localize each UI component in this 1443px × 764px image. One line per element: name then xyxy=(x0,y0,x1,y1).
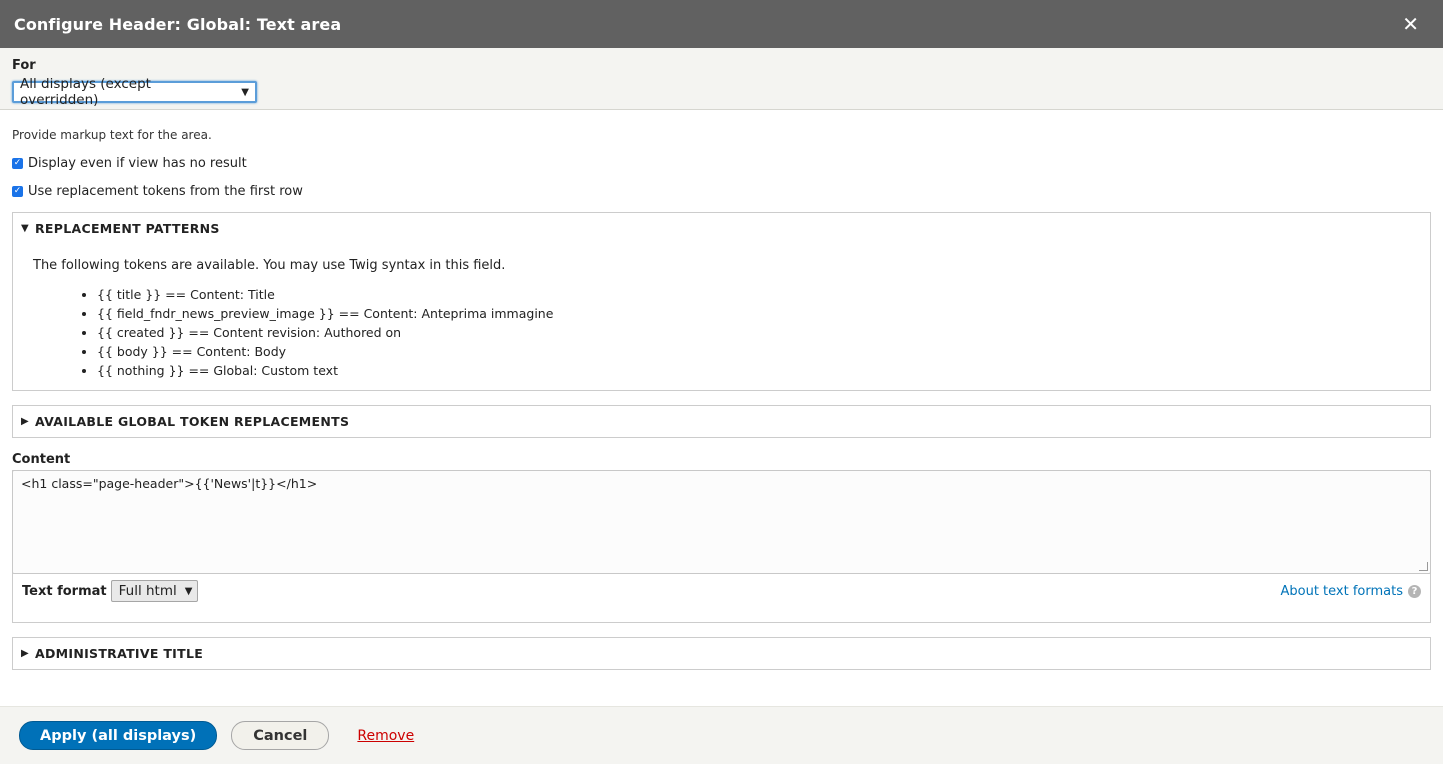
close-icon[interactable]: ✕ xyxy=(1402,14,1419,34)
area-description: Provide markup text for the area. xyxy=(12,128,212,142)
chevron-down-icon: ▼ xyxy=(184,585,193,597)
text-format-row: Text format Full html ▼ About text forma… xyxy=(13,574,1430,622)
replacement-patterns-title: REPLACEMENT PATTERNS xyxy=(35,221,220,236)
triangle-right-icon: ▶ xyxy=(21,416,29,427)
global-tokens-toggle[interactable]: ▶ AVAILABLE GLOBAL TOKEN REPLACEMENTS xyxy=(13,406,1430,437)
content-textarea-value: <h1 class="page-header">{{'News'|t}}</h1… xyxy=(21,476,318,491)
token-item: {{ body }} == Content: Body xyxy=(97,342,1410,361)
dialog-titlebar: Configure Header: Global: Text area ✕ xyxy=(0,0,1443,48)
about-text-formats-link[interactable]: About text formats ? xyxy=(1280,584,1421,599)
text-format-group: Text format Full html ▼ xyxy=(22,580,199,602)
triangle-down-icon: ▼ xyxy=(21,223,29,234)
triangle-right-icon: ▶ xyxy=(21,648,29,659)
for-select-value: All displays (except overridden) xyxy=(20,76,151,108)
dialog-title: Configure Header: Global: Text area xyxy=(14,14,342,34)
content-editor: <h1 class="page-header">{{'News'|t}}</h1… xyxy=(12,470,1431,623)
checkbox-replacement-tokens[interactable]: ✓ xyxy=(12,186,23,197)
content-textarea[interactable]: <h1 class="page-header">{{'News'|t}}</h1… xyxy=(12,470,1431,574)
replacement-patterns-fieldset: ▼ REPLACEMENT PATTERNS The following tok… xyxy=(12,212,1431,391)
chevron-down-icon: ▼ xyxy=(241,86,249,98)
replacement-patterns-body: The following tokens are available. You … xyxy=(13,244,1430,390)
token-item: {{ title }} == Content: Title xyxy=(97,285,1410,304)
token-list: {{ title }} == Content: Title {{ field_f… xyxy=(33,285,1410,380)
remove-link[interactable]: Remove xyxy=(357,728,414,744)
admin-title-toggle[interactable]: ▶ ADMINISTRATIVE TITLE xyxy=(13,638,1430,669)
replacement-patterns-intro: The following tokens are available. You … xyxy=(33,258,506,273)
admin-title-title: ADMINISTRATIVE TITLE xyxy=(35,646,204,661)
resize-handle-icon[interactable] xyxy=(1419,562,1428,571)
checkbox-display-no-result-label: Display even if view has no result xyxy=(28,156,247,171)
dialog-footer: Apply (all displays) Cancel Remove xyxy=(0,706,1443,764)
global-tokens-fieldset: ▶ AVAILABLE GLOBAL TOKEN REPLACEMENTS xyxy=(12,405,1431,438)
apply-button[interactable]: Apply (all displays) xyxy=(19,721,218,750)
text-format-value: Full html xyxy=(118,583,177,599)
cancel-button[interactable]: Cancel xyxy=(231,721,330,750)
checkbox-replacement-tokens-label: Use replacement tokens from the first ro… xyxy=(28,184,303,199)
checkbox-replacement-tokens-row[interactable]: ✓ Use replacement tokens from the first … xyxy=(12,184,1431,199)
checkbox-display-no-result[interactable]: ✓ xyxy=(12,158,23,169)
token-item: {{ nothing }} == Global: Custom text xyxy=(97,361,1410,380)
dialog-body: Provide markup text for the area. ✓ Disp… xyxy=(0,128,1443,670)
checkbox-display-no-result-row[interactable]: ✓ Display even if view has no result xyxy=(12,156,1431,171)
for-label: For xyxy=(12,58,36,73)
content-label: Content xyxy=(12,452,71,467)
token-item: {{ created }} == Content revision: Autho… xyxy=(97,323,1410,342)
replacement-patterns-toggle[interactable]: ▼ REPLACEMENT PATTERNS xyxy=(13,213,1430,244)
about-text-formats-label: About text formats xyxy=(1280,583,1403,599)
token-item: {{ field_fndr_news_preview_image }} == C… xyxy=(97,304,1410,323)
text-format-select[interactable]: Full html ▼ xyxy=(110,580,199,602)
text-format-label: Text format xyxy=(22,583,107,599)
for-display-select[interactable]: All displays (except overridden) ▼ xyxy=(12,76,257,108)
configure-dialog: Configure Header: Global: Text area ✕ Fo… xyxy=(0,0,1443,764)
admin-title-fieldset: ▶ ADMINISTRATIVE TITLE xyxy=(12,637,1431,670)
for-section: For All displays (except overridden) ▼ xyxy=(0,48,1443,110)
help-icon: ? xyxy=(1408,584,1421,598)
global-tokens-title: AVAILABLE GLOBAL TOKEN REPLACEMENTS xyxy=(35,414,350,429)
